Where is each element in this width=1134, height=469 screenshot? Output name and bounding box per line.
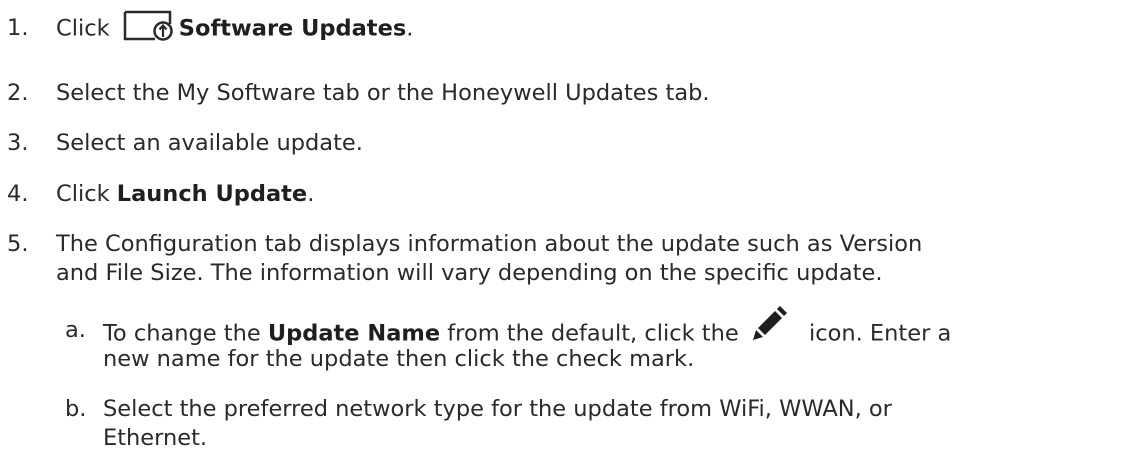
step-number: 5. <box>7 231 29 257</box>
step-text: Click <box>56 181 117 207</box>
pencil-icon <box>750 305 788 343</box>
step-number: 1. <box>7 15 29 41</box>
step-number: 3. <box>7 130 29 156</box>
substep-letter: b. <box>65 396 87 422</box>
step-text: Select the My Software tab or the Honeyw… <box>56 80 710 106</box>
substep-bold: Update Name <box>267 320 441 347</box>
step-bold: Software Updates <box>178 15 407 42</box>
software-update-icon <box>123 10 179 42</box>
step-bold: Launch Update <box>116 181 308 207</box>
step-number: 2. <box>7 80 29 106</box>
step-text-line-2: and File Size. The information will vary… <box>56 260 883 286</box>
step-text: Click <box>56 15 110 42</box>
step-text-line-1: The Configuration tab displays informati… <box>56 231 923 257</box>
instruction-list: 1. Click Software Updates. 2. Select the… <box>0 0 1134 469</box>
substep-letter: a. <box>65 317 86 343</box>
step-text: Select an available update. <box>56 130 363 156</box>
step-number: 4. <box>7 181 29 207</box>
